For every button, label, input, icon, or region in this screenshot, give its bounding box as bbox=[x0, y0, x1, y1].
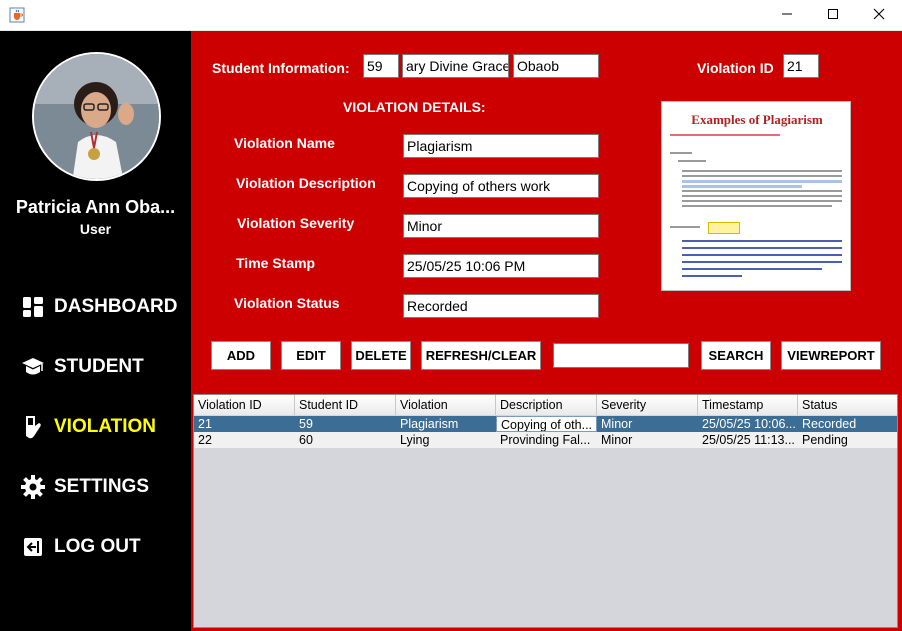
table-cell: Pending bbox=[802, 433, 848, 447]
user-name: Patricia Ann Oba... bbox=[15, 197, 176, 217]
nav-logout-label: LOG OUT bbox=[54, 536, 141, 557]
nav-logout[interactable]: LOG OUT bbox=[20, 532, 141, 562]
violation-status-field[interactable]: Recorded bbox=[403, 294, 599, 318]
column-header[interactable]: Severity bbox=[597, 395, 698, 415]
close-button[interactable] bbox=[856, 0, 902, 31]
nav-settings-label: SETTINGS bbox=[54, 476, 150, 497]
violation-details-heading: VIOLATION DETAILS: bbox=[343, 99, 486, 115]
violation-severity-label: Violation Severity bbox=[237, 215, 355, 231]
table-row[interactable]: 21 59 Plagiarism Copying of oth... Minor… bbox=[194, 416, 897, 432]
minimize-button[interactable] bbox=[764, 0, 810, 31]
dashboard-icon bbox=[20, 294, 46, 320]
avatar bbox=[32, 52, 161, 181]
column-header[interactable]: Description bbox=[496, 395, 597, 415]
user-role: User bbox=[79, 221, 112, 237]
table-cell: 59 bbox=[299, 417, 313, 431]
nav-settings[interactable]: SETTINGS bbox=[20, 472, 149, 502]
table-cell: 22 bbox=[198, 433, 212, 447]
table-row[interactable]: 22 60 Lying Provinding Fal... Minor 25/0… bbox=[194, 432, 897, 448]
table-cell: 25/05/25 10:06... bbox=[702, 417, 796, 431]
column-header[interactable]: Status bbox=[798, 395, 897, 415]
student-first-name-field[interactable]: ary Divine Grace bbox=[402, 54, 509, 78]
violations-table: Violation ID Student ID Violation Descri… bbox=[193, 394, 898, 628]
logout-icon bbox=[20, 534, 46, 560]
time-stamp-label: Time Stamp bbox=[236, 255, 316, 271]
refresh-clear-button[interactable]: REFRESH/CLEAR bbox=[421, 341, 541, 370]
search-input[interactable] bbox=[553, 343, 689, 368]
table-cell: 60 bbox=[299, 433, 313, 447]
sidebar: Patricia Ann Oba... User DASHBOARD STUDE… bbox=[0, 31, 191, 631]
maximize-button[interactable] bbox=[810, 0, 856, 31]
view-report-button[interactable]: VIEWREPORT bbox=[781, 341, 881, 370]
minimize-icon bbox=[781, 7, 793, 25]
table-cell: Plagiarism bbox=[400, 417, 459, 431]
table-header: Violation ID Student ID Violation Descri… bbox=[194, 395, 897, 415]
search-button[interactable]: SEARCH bbox=[701, 341, 771, 370]
time-stamp-field[interactable]: 25/05/25 10:06 PM bbox=[403, 254, 599, 278]
column-header[interactable]: Violation bbox=[396, 395, 496, 415]
column-header[interactable]: Student ID bbox=[295, 395, 396, 415]
title-bar bbox=[0, 0, 902, 31]
table-cell: 21 bbox=[198, 417, 212, 431]
edit-button[interactable]: EDIT bbox=[281, 341, 341, 370]
hand-icon bbox=[20, 414, 46, 440]
add-button[interactable]: ADD bbox=[211, 341, 271, 370]
violation-status-label: Violation Status bbox=[234, 295, 340, 311]
gear-icon bbox=[20, 474, 46, 500]
student-id-field[interactable]: 59 bbox=[363, 54, 399, 78]
violation-id-label: Violation ID bbox=[697, 60, 774, 76]
column-header[interactable]: Timestamp bbox=[698, 395, 798, 415]
preview-title: Examples of Plagiarism bbox=[691, 112, 823, 127]
nav-violation[interactable]: VIOLATION bbox=[20, 412, 156, 442]
java-cup-icon bbox=[9, 7, 25, 23]
student-information-label: Student Information: bbox=[212, 60, 350, 76]
table-cell: Minor bbox=[601, 433, 633, 447]
table-cell: Provinding Fal... bbox=[500, 433, 591, 447]
nav-violation-label: VIOLATION bbox=[54, 416, 157, 437]
nav-dashboard[interactable]: DASHBOARD bbox=[20, 292, 178, 322]
violation-description-field[interactable]: Copying of others work bbox=[403, 174, 599, 198]
table-cell: Minor bbox=[601, 417, 633, 431]
student-last-name-field[interactable]: Obaob bbox=[513, 54, 599, 78]
violation-severity-field[interactable]: Minor bbox=[403, 214, 599, 238]
main-panel: Student Information: 59 ary Divine Grace… bbox=[191, 31, 902, 631]
nav-dashboard-label: DASHBOARD bbox=[54, 296, 178, 317]
delete-button[interactable]: DELETE bbox=[351, 341, 411, 370]
violation-id-field[interactable]: 21 bbox=[783, 54, 819, 78]
violation-description-label: Violation Description bbox=[236, 175, 376, 191]
column-header[interactable]: Violation ID bbox=[194, 395, 295, 415]
violation-image-preview: Examples of Plagiarism bbox=[661, 101, 851, 291]
violation-name-field[interactable]: Plagiarism bbox=[403, 134, 599, 158]
violation-name-label: Violation Name bbox=[234, 135, 335, 151]
table-cell: Lying bbox=[400, 433, 430, 447]
table-cell: Copying of oth... bbox=[496, 416, 597, 432]
nav-student[interactable]: STUDENT bbox=[20, 352, 144, 382]
table-cell: 25/05/25 11:13... bbox=[702, 433, 795, 447]
maximize-icon bbox=[827, 7, 839, 25]
close-icon bbox=[873, 7, 885, 25]
graduation-cap-icon bbox=[20, 354, 46, 380]
nav-student-label: STUDENT bbox=[54, 356, 144, 377]
table-cell: Recorded bbox=[802, 417, 857, 431]
